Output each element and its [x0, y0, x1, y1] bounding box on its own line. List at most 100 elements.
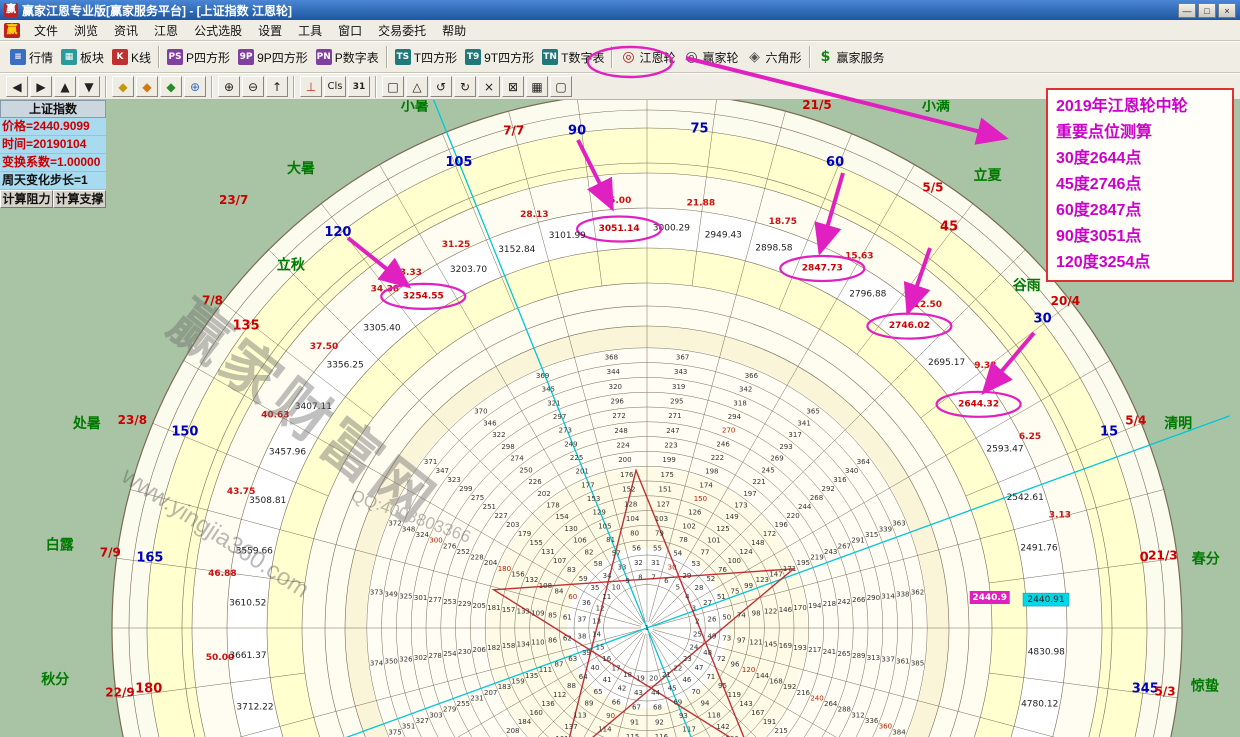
title-bar: 赢 赢家江恩专业版[赢家服务平台] - [上证指数 江恩轮] — □ × [0, 0, 1240, 20]
toolbar-item-label: 板块 [80, 49, 104, 66]
menu-item-gann[interactable]: 江恩 [146, 20, 186, 41]
toolbar-item-label: 六角形 [766, 49, 802, 66]
kline-icon: K [112, 49, 128, 65]
rect-tool-icon[interactable]: □ [382, 76, 404, 97]
toolbar-separator [611, 46, 613, 68]
toolbar-item-sectors[interactable]: ▦板块 [57, 46, 108, 69]
t-table-icon: TN [542, 49, 558, 65]
toolbar-separator [386, 46, 388, 68]
toolbar-item-9p-square[interactable]: 9P9P四方形 [234, 46, 312, 69]
forward-icon[interactable]: ▶ [30, 76, 52, 97]
info-buttons: 计算阻力计算支撑 [0, 190, 106, 208]
rotate-cw-icon[interactable]: ↻ [454, 76, 476, 97]
toolbar-separator [211, 76, 213, 98]
toolbar-item-label: P四方形 [186, 49, 230, 66]
diamond-gold-icon[interactable]: ◆ [112, 76, 134, 97]
menu-item-help[interactable]: 帮助 [434, 20, 474, 41]
main-toolbar: ≡行情▦板块KK线PSP四方形9P9P四方形PNP数字表TST四方形T99T四方… [0, 41, 1240, 73]
toolbar-item-label: T四方形 [414, 49, 457, 66]
toolbar-item-label: T数字表 [561, 49, 604, 66]
toolbar-item-winner-service[interactable]: $赢家服务 [814, 46, 889, 69]
toolbar-separator [809, 46, 811, 68]
annotation-line-4: 60度2847点 [1056, 198, 1224, 224]
index-name: 上证指数 [0, 100, 106, 118]
diamond-green-icon[interactable]: ◆ [160, 76, 182, 97]
zoom-in-icon[interactable]: ⊕ [218, 76, 240, 97]
toolbar-item-gann-wheel[interactable]: ◎江恩轮 [616, 46, 679, 69]
winner-service-icon: $ [818, 49, 834, 65]
calendar-icon[interactable]: 31 [348, 76, 370, 97]
info-button-1[interactable]: 计算支撑 [53, 190, 106, 208]
toolbar-item-kline[interactable]: KK线 [108, 46, 155, 69]
toolbar-item-label: 江恩轮 [639, 49, 675, 66]
toolbar-item-t-table[interactable]: TNT数字表 [538, 46, 608, 69]
app-icon: 赢 [4, 3, 18, 17]
menu-item-file[interactable]: 文件 [26, 20, 66, 41]
menu-item-window[interactable]: 窗口 [330, 20, 370, 41]
gann-wheel-icon: ◎ [620, 49, 636, 65]
p-table-icon: PN [316, 49, 332, 65]
toolbar-item-label: 9P四方形 [257, 49, 308, 66]
toolbar-item-label: 行情 [29, 49, 53, 66]
9t-square-icon: T9 [465, 49, 481, 65]
toolbar-item-quotes[interactable]: ≡行情 [6, 46, 57, 69]
menu-item-settings[interactable]: 设置 [250, 20, 290, 41]
target-icon[interactable]: ⊕ [184, 76, 206, 97]
9p-square-icon: 9P [238, 49, 254, 65]
menu-bar: 赢 文件浏览资讯江恩公式选股设置工具窗口交易委托帮助 [0, 20, 1240, 41]
diamond-orange-icon[interactable]: ◆ [136, 76, 158, 97]
toolbar-item-winner-wheel[interactable]: ◎赢家轮 [679, 46, 742, 69]
info-rows: 价格=2440.9099时间=20190104变换系数=1.00000周天变化步… [0, 118, 106, 190]
info-button-0[interactable]: 计算阻力 [0, 190, 53, 208]
toolbar-item-label: K线 [131, 49, 151, 66]
arrow-up-icon[interactable]: ↑ [266, 76, 288, 97]
annotation-box: 2019年江恩轮中轮重要点位测算30度2644点45度2746点60度2847点… [1046, 88, 1234, 282]
triangle-tool-icon[interactable]: △ [406, 76, 428, 97]
cross-tool-icon[interactable]: ⊠ [502, 76, 524, 97]
toolbar-item-label: 赢家轮 [702, 49, 738, 66]
menu-item-view[interactable]: 浏览 [66, 20, 106, 41]
grid-tool-icon[interactable]: ▦ [526, 76, 548, 97]
info-row-0: 价格=2440.9099 [0, 118, 106, 136]
window-controls: — □ × [1178, 3, 1236, 18]
t-square-icon: TS [395, 49, 411, 65]
rotate-ccw-icon[interactable]: ↺ [430, 76, 452, 97]
select-region-icon[interactable]: ▢ [550, 76, 572, 97]
annotation-line-0: 2019年江恩轮中轮 [1056, 94, 1224, 120]
app-logo-icon: 赢 [4, 23, 20, 38]
maximize-button[interactable]: □ [1198, 3, 1216, 18]
toolbar-item-p-square[interactable]: PSP四方形 [163, 46, 234, 69]
toolbar-item-label: 赢家服务 [837, 49, 885, 66]
toolbar-item-p-table[interactable]: PNP数字表 [312, 46, 383, 69]
cls-button[interactable]: Cls [324, 76, 346, 97]
minimize-button[interactable]: — [1178, 3, 1196, 18]
tsquare-tool-icon[interactable]: ⊥ [300, 76, 322, 97]
back-icon[interactable]: ◀ [6, 76, 28, 97]
toolbar-item-t-square[interactable]: TST四方形 [391, 46, 461, 69]
zoom-out-icon[interactable]: ⊖ [242, 76, 264, 97]
toolbar-separator [158, 46, 160, 68]
close-button[interactable]: × [1218, 3, 1236, 18]
annotation-line-5: 90度3051点 [1056, 224, 1224, 250]
annotation-line-2: 30度2644点 [1056, 146, 1224, 172]
down-triangle-icon[interactable]: ▼ [78, 76, 100, 97]
menu-item-tools[interactable]: 工具 [290, 20, 330, 41]
annotation-line-6: 120度3254点 [1056, 250, 1224, 276]
toolbar-separator [293, 76, 295, 98]
toolbar-item-hexagon[interactable]: ◈六角形 [743, 46, 806, 69]
window-title: 赢家江恩专业版[赢家服务平台] - [上证指数 江恩轮] [22, 2, 292, 19]
info-row-2: 变换系数=1.00000 [0, 154, 106, 172]
delete-icon[interactable]: × [478, 76, 500, 97]
sectors-icon: ▦ [61, 49, 77, 65]
toolbar-item-label: P数字表 [335, 49, 379, 66]
toolbar-item-9t-square[interactable]: T99T四方形 [461, 46, 538, 69]
menu-item-formula-pick[interactable]: 公式选股 [186, 20, 250, 41]
menu-item-news[interactable]: 资讯 [106, 20, 146, 41]
annotation-line-1: 重要点位测算 [1056, 120, 1224, 146]
up-triangle-icon[interactable]: ▲ [54, 76, 76, 97]
toolbar-item-label: 9T四方形 [484, 49, 534, 66]
toolbar-separator [105, 76, 107, 98]
quotes-icon: ≡ [10, 49, 26, 65]
menu-item-trading[interactable]: 交易委托 [370, 20, 434, 41]
info-row-3: 周天变化步长=1 [0, 172, 106, 190]
